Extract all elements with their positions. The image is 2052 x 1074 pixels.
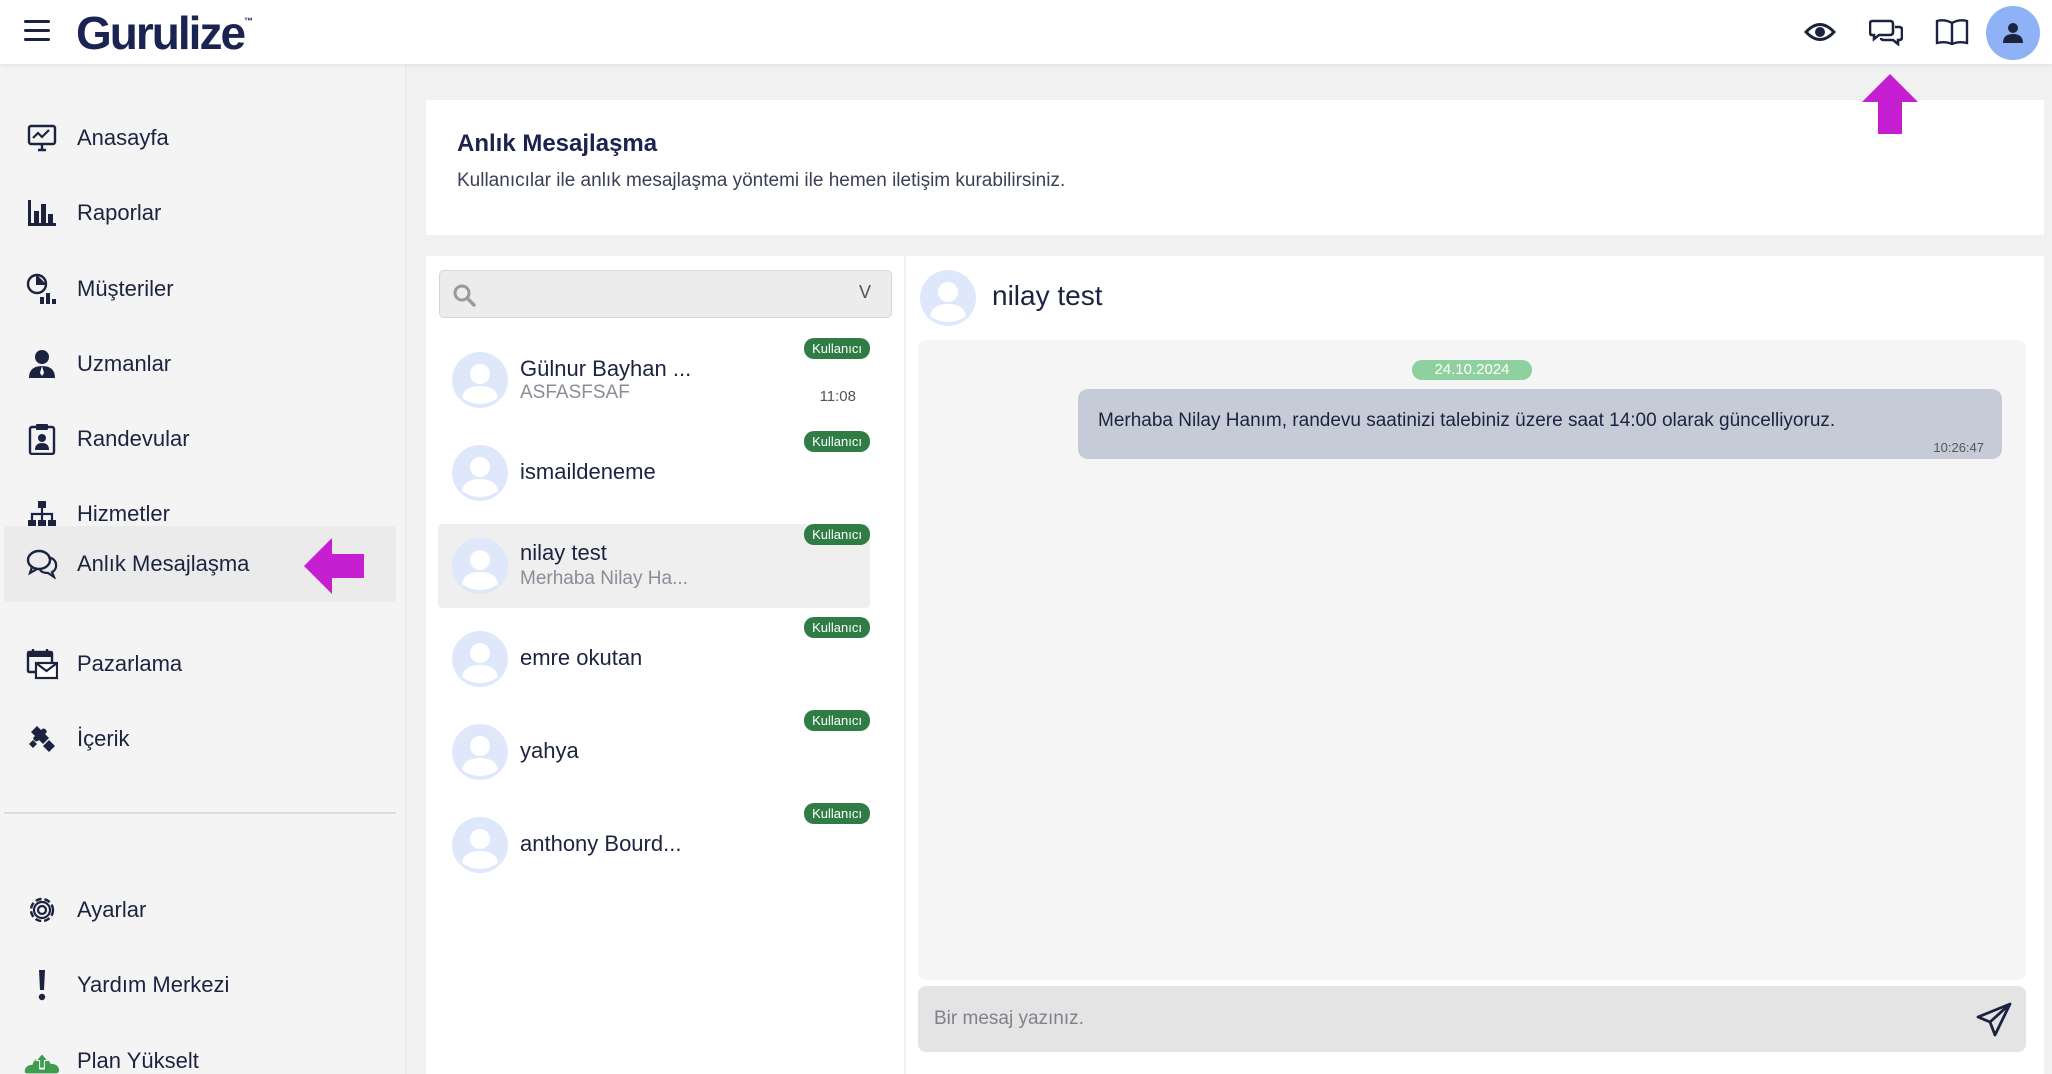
avatar [452, 445, 508, 501]
conversation-name: yahya [520, 738, 579, 763]
app-logo[interactable]: Gurulize™ [76, 6, 253, 60]
sidebar-item-label: Anlık Mesajlaşma [77, 551, 250, 576]
search-input[interactable]: V [439, 270, 892, 318]
sidebar-item-label: Yardım Merkezi [77, 972, 230, 997]
sidebar-item-label: Randevular [77, 426, 190, 451]
conversation-name: Gülnur Bayhan ... [520, 356, 692, 381]
expert-icon [24, 346, 60, 382]
page-header: Anlık Mesajlaşma Kullanıcılar ile anlık … [426, 100, 2044, 235]
gear-icon [24, 892, 60, 928]
avatar [452, 538, 508, 594]
logo-trademark: ™ [244, 16, 254, 26]
date-separator: 24.10.2024 [1412, 360, 1532, 380]
sidebar-item-label: İçerik [77, 726, 130, 751]
role-badge: Kullanıcı [804, 338, 870, 359]
bar-chart-icon [24, 195, 60, 231]
sidebar-item-raporlar[interactable]: Raporlar [4, 175, 396, 251]
top-bar: Gurulize™ [0, 0, 2052, 64]
hamburger-menu-icon[interactable] [24, 20, 50, 42]
avatar [452, 724, 508, 780]
sidebar-item-musteriler[interactable]: Müşteriler [4, 251, 396, 327]
sidebar-item-label: Müşteriler [77, 276, 174, 301]
role-badge: Kullanıcı [804, 431, 870, 452]
sidebar-item-label: Ayarlar [77, 897, 147, 922]
chat-panel: nilay test 24.10.2024 Merhaba Nilay Hanı… [906, 256, 2044, 1074]
puzzle-icon [24, 721, 60, 757]
conversation-item[interactable]: nilay test Merhaba Nilay Ha... Kullanıcı [438, 524, 870, 608]
conversation-item[interactable]: anthony Bourd... Kullanıcı [438, 803, 870, 887]
sidebar-item-uzmanlar[interactable]: Uzmanlar [4, 326, 396, 402]
conversation-name: emre okutan [520, 645, 643, 670]
conversation-name: anthony Bourd... [520, 831, 682, 856]
avatar [452, 631, 508, 687]
sidebar-item-pazarlama[interactable]: Pazarlama [4, 626, 396, 702]
sidebar-item-randevular[interactable]: Randevular [4, 401, 396, 477]
sidebar-item-label: Uzmanlar [77, 351, 172, 376]
role-badge: Kullanıcı [804, 617, 870, 638]
message-area: 24.10.2024 Merhaba Nilay Hanım, randevu … [918, 340, 2026, 980]
sidebar-item-anasayfa[interactable]: Anasayfa [4, 100, 396, 176]
sidebar-item-label: Raporlar [77, 200, 162, 225]
send-button[interactable] [1974, 1000, 2014, 1040]
role-badge: Kullanıcı [804, 803, 870, 824]
conversation-item[interactable]: emre okutan Kullanıcı [438, 617, 870, 701]
page-description: Kullanıcılar ile anlık mesajlaşma yöntem… [457, 170, 1066, 191]
chevron-down-icon[interactable]: V [859, 282, 871, 303]
role-badge: Kullanıcı [804, 710, 870, 731]
sidebar-item-label: Anasayfa [77, 125, 169, 150]
avatar [920, 270, 976, 326]
conversation-item[interactable]: ismaildeneme Kullanıcı [438, 431, 870, 515]
message-input[interactable] [918, 986, 1958, 1052]
book-icon[interactable] [1934, 14, 1970, 50]
conversation-item[interactable]: Gülnur Bayhan ... ASFASFSAF Kullanıcı 11… [438, 338, 870, 422]
avatar [452, 817, 508, 873]
message-time: 10:26:47 [1933, 440, 1984, 455]
chat-bubbles-icon[interactable] [1868, 14, 1904, 50]
sidebar-item-yardim-merkezi[interactable]: Yardım Merkezi [4, 947, 396, 1023]
calendar-mail-icon [24, 646, 60, 682]
customers-icon [24, 271, 60, 307]
chat-contact-name: nilay test [992, 280, 1103, 311]
send-icon [1976, 1002, 2012, 1037]
clipboard-icon [24, 421, 60, 457]
conversation-name: ismaildeneme [520, 459, 656, 484]
message-composer [918, 986, 2026, 1052]
logo-text: Gurulize [76, 7, 246, 59]
sidebar-divider [4, 812, 396, 814]
user-avatar[interactable] [1986, 6, 2040, 60]
conversation-list-panel: V Gülnur Bayhan ... ASFASFSAF Kullanıcı … [426, 256, 904, 1074]
sidebar-item-plan-yukselt[interactable]: Plan Yükselt [4, 1023, 396, 1074]
sidebar-item-icerik[interactable]: İçerik [4, 701, 396, 777]
annotation-arrow-up-icon [1862, 74, 1918, 134]
role-badge: Kullanıcı [804, 524, 870, 545]
page-title: Anlık Mesajlaşma [457, 130, 658, 157]
conversation-preview: ASFASFSAF [520, 382, 630, 403]
eye-icon[interactable] [1802, 14, 1838, 50]
avatar [452, 352, 508, 408]
conversation-preview: Merhaba Nilay Ha... [520, 568, 688, 589]
conversation-item[interactable]: yahya Kullanıcı [438, 710, 870, 794]
sidebar-item-ayarlar[interactable]: Ayarlar [4, 872, 396, 948]
conversation-name: nilay test [520, 540, 607, 565]
message-text: Merhaba Nilay Hanım, randevu saatinizi t… [1098, 410, 1836, 431]
conversation-time: 11:08 [819, 388, 856, 405]
sidebar-item-label: Plan Yükselt [77, 1048, 199, 1073]
sidebar-item-label: Pazarlama [77, 651, 183, 676]
exclamation-icon [24, 967, 60, 1003]
search-icon [453, 284, 476, 307]
outgoing-message: Merhaba Nilay Hanım, randevu saatinizi t… [1078, 389, 2002, 459]
chat-icon [24, 546, 60, 582]
annotation-arrow-left-icon [304, 538, 364, 594]
user-icon [2003, 23, 2023, 43]
monitor-icon [24, 120, 60, 156]
sidebar-item-label: Hizmetler [77, 501, 170, 526]
upgrade-icon [24, 1043, 60, 1074]
